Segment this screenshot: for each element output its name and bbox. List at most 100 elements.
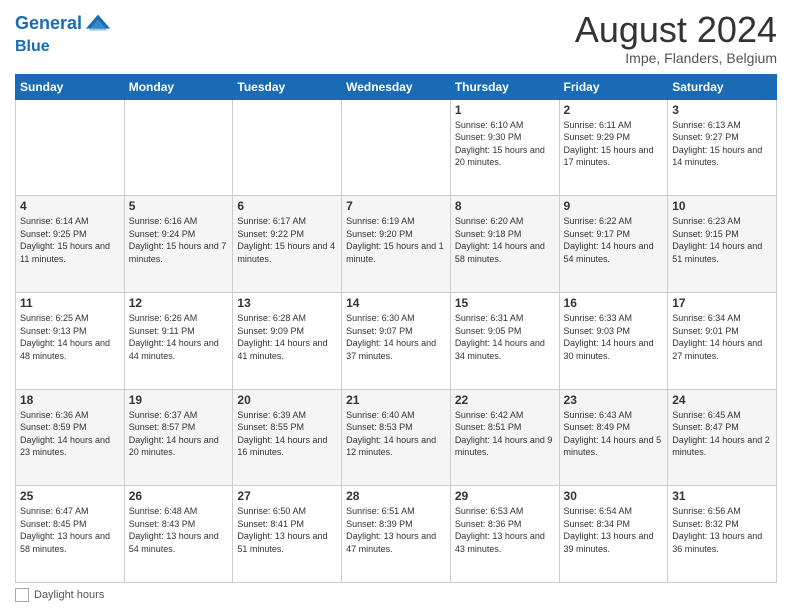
calendar-cell: 25Sunrise: 6:47 AM Sunset: 8:45 PM Dayli… xyxy=(16,486,125,583)
calendar-week-2: 4 Sunrise: 6:14 AM Sunset: 9:25 PM Daylig… xyxy=(16,196,777,293)
day-info: Sunrise: 6:16 AM Sunset: 9:24 PM Dayligh… xyxy=(129,215,229,265)
day-info: Sunrise: 6:36 AM Sunset: 8:59 PM Dayligh… xyxy=(20,409,120,459)
calendar-cell: 28 Sunrise: 6:51 AM Sunset: 8:39 PM Dayli… xyxy=(342,486,451,583)
calendar-cell xyxy=(16,99,125,196)
day-info: Sunrise: 6:45 AM Sunset: 8:47 PM Dayligh… xyxy=(672,409,772,459)
day-info: Sunrise: 6:50 AM Sunset: 8:41 PM Dayligh… xyxy=(237,505,337,555)
day-number: 7 xyxy=(346,199,446,213)
day-info: Sunrise: 6:25 AM Sunset: 9:13 PM Dayligh… xyxy=(20,312,120,362)
calendar-table: SundayMondayTuesdayWednesdayThursdayFrid… xyxy=(15,74,777,583)
logo-icon xyxy=(84,10,112,38)
day-number: 30 xyxy=(564,489,664,503)
calendar-cell: 18 Sunrise: 6:36 AM Sunset: 8:59 PM Dayli… xyxy=(16,389,125,486)
calendar-cell: 4 Sunrise: 6:14 AM Sunset: 9:25 PM Daylig… xyxy=(16,196,125,293)
day-number: 4 xyxy=(20,199,120,213)
day-number: 27 xyxy=(237,489,337,503)
day-info: Sunrise: 6:28 AM Sunset: 9:09 PM Dayligh… xyxy=(237,312,337,362)
logo: General Blue xyxy=(15,10,112,56)
day-info: Sunrise: 6:23 AM Sunset: 9:15 PM Dayligh… xyxy=(672,215,772,265)
header: General Blue August 2024 Impe, Flanders,… xyxy=(15,10,777,66)
footer-label: Daylight hours xyxy=(34,589,104,601)
day-number: 28 xyxy=(346,489,446,503)
day-info: Sunrise: 6:26 AM Sunset: 9:11 PM Dayligh… xyxy=(129,312,229,362)
day-info: Sunrise: 6:13 AM Sunset: 9:27 PM Dayligh… xyxy=(672,119,772,169)
day-number: 31 xyxy=(672,489,772,503)
calendar-cell: 23Sunrise: 6:43 AM Sunset: 8:49 PM Dayli… xyxy=(559,389,668,486)
day-number: 21 xyxy=(346,393,446,407)
calendar-cell: 1 Sunrise: 6:10 AM Sunset: 9:30 PM Daylig… xyxy=(450,99,559,196)
day-number: 26 xyxy=(129,489,229,503)
day-number: 22 xyxy=(455,393,555,407)
calendar-cell: 6 Sunrise: 6:17 AM Sunset: 9:22 PM Daylig… xyxy=(233,196,342,293)
calendar-cell: 8 Sunrise: 6:20 AM Sunset: 9:18 PM Daylig… xyxy=(450,196,559,293)
day-number: 18 xyxy=(20,393,120,407)
day-info: Sunrise: 6:33 AM Sunset: 9:03 PM Dayligh… xyxy=(564,312,664,362)
day-info: Sunrise: 6:11 AM Sunset: 9:29 PM Dayligh… xyxy=(564,119,664,169)
calendar-cell: 11 Sunrise: 6:25 AM Sunset: 9:13 PM Dayli… xyxy=(16,292,125,389)
day-info: Sunrise: 6:22 AM Sunset: 9:17 PM Dayligh… xyxy=(564,215,664,265)
day-info: Sunrise: 6:40 AM Sunset: 8:53 PM Dayligh… xyxy=(346,409,446,459)
day-number: 5 xyxy=(129,199,229,213)
day-info: Sunrise: 6:54 AM Sunset: 8:34 PM Dayligh… xyxy=(564,505,664,555)
day-info: Sunrise: 6:31 AM Sunset: 9:05 PM Dayligh… xyxy=(455,312,555,362)
logo-text: General xyxy=(15,14,82,34)
day-info: Sunrise: 6:48 AM Sunset: 8:43 PM Dayligh… xyxy=(129,505,229,555)
day-number: 16 xyxy=(564,296,664,310)
day-number: 6 xyxy=(237,199,337,213)
calendar-weekday-thursday: Thursday xyxy=(450,74,559,99)
calendar-cell: 21 Sunrise: 6:40 AM Sunset: 8:53 PM Dayli… xyxy=(342,389,451,486)
day-number: 24 xyxy=(672,393,772,407)
calendar-cell: 16 Sunrise: 6:33 AM Sunset: 9:03 PM Dayli… xyxy=(559,292,668,389)
calendar-header-row: SundayMondayTuesdayWednesdayThursdayFrid… xyxy=(16,74,777,99)
title-block: August 2024 Impe, Flanders, Belgium xyxy=(575,10,777,66)
logo-line2: Blue xyxy=(15,38,112,56)
day-info: Sunrise: 6:34 AM Sunset: 9:01 PM Dayligh… xyxy=(672,312,772,362)
day-number: 1 xyxy=(455,103,555,117)
calendar-weekday-sunday: Sunday xyxy=(16,74,125,99)
footer: Daylight hours xyxy=(15,588,777,602)
day-info: Sunrise: 6:51 AM Sunset: 8:39 PM Dayligh… xyxy=(346,505,446,555)
day-number: 10 xyxy=(672,199,772,213)
calendar-cell: 13Sunrise: 6:28 AM Sunset: 9:09 PM Dayli… xyxy=(233,292,342,389)
day-info: Sunrise: 6:56 AM Sunset: 8:32 PM Dayligh… xyxy=(672,505,772,555)
day-info: Sunrise: 6:10 AM Sunset: 9:30 PM Dayligh… xyxy=(455,119,555,169)
day-info: Sunrise: 6:14 AM Sunset: 9:25 PM Dayligh… xyxy=(20,215,120,265)
day-number: 3 xyxy=(672,103,772,117)
calendar-cell: 9Sunrise: 6:22 AM Sunset: 9:17 PM Daylig… xyxy=(559,196,668,293)
calendar-cell: 29Sunrise: 6:53 AM Sunset: 8:36 PM Dayli… xyxy=(450,486,559,583)
day-number: 20 xyxy=(237,393,337,407)
calendar-week-1: 1 Sunrise: 6:10 AM Sunset: 9:30 PM Daylig… xyxy=(16,99,777,196)
calendar-cell: 31 Sunrise: 6:56 AM Sunset: 8:32 PM Dayli… xyxy=(668,486,777,583)
calendar-cell: 22 Sunrise: 6:42 AM Sunset: 8:51 PM Dayli… xyxy=(450,389,559,486)
calendar-cell: 17Sunrise: 6:34 AM Sunset: 9:01 PM Dayli… xyxy=(668,292,777,389)
daylight-box xyxy=(15,588,29,602)
day-info: Sunrise: 6:19 AM Sunset: 9:20 PM Dayligh… xyxy=(346,215,446,265)
calendar-cell: 5 Sunrise: 6:16 AM Sunset: 9:24 PM Daylig… xyxy=(124,196,233,293)
calendar-cell: 7 Sunrise: 6:19 AM Sunset: 9:20 PM Daylig… xyxy=(342,196,451,293)
day-info: Sunrise: 6:39 AM Sunset: 8:55 PM Dayligh… xyxy=(237,409,337,459)
day-info: Sunrise: 6:42 AM Sunset: 8:51 PM Dayligh… xyxy=(455,409,555,459)
day-info: Sunrise: 6:43 AM Sunset: 8:49 PM Dayligh… xyxy=(564,409,664,459)
day-number: 12 xyxy=(129,296,229,310)
day-info: Sunrise: 6:37 AM Sunset: 8:57 PM Dayligh… xyxy=(129,409,229,459)
day-info: Sunrise: 6:30 AM Sunset: 9:07 PM Dayligh… xyxy=(346,312,446,362)
day-info: Sunrise: 6:53 AM Sunset: 8:36 PM Dayligh… xyxy=(455,505,555,555)
day-number: 2 xyxy=(564,103,664,117)
day-number: 8 xyxy=(455,199,555,213)
calendar-cell: 24 Sunrise: 6:45 AM Sunset: 8:47 PM Dayli… xyxy=(668,389,777,486)
calendar-cell: 20 Sunrise: 6:39 AM Sunset: 8:55 PM Dayli… xyxy=(233,389,342,486)
day-info: Sunrise: 6:20 AM Sunset: 9:18 PM Dayligh… xyxy=(455,215,555,265)
day-number: 25 xyxy=(20,489,120,503)
calendar-cell: 30 Sunrise: 6:54 AM Sunset: 8:34 PM Dayli… xyxy=(559,486,668,583)
calendar-week-5: 25Sunrise: 6:47 AM Sunset: 8:45 PM Dayli… xyxy=(16,486,777,583)
calendar-cell: 10 Sunrise: 6:23 AM Sunset: 9:15 PM Dayli… xyxy=(668,196,777,293)
day-number: 14 xyxy=(346,296,446,310)
page: General Blue August 2024 Impe, Flanders,… xyxy=(0,0,792,612)
day-info: Sunrise: 6:17 AM Sunset: 9:22 PM Dayligh… xyxy=(237,215,337,265)
calendar-cell xyxy=(124,99,233,196)
calendar-cell: 15Sunrise: 6:31 AM Sunset: 9:05 PM Dayli… xyxy=(450,292,559,389)
calendar-cell: 26 Sunrise: 6:48 AM Sunset: 8:43 PM Dayli… xyxy=(124,486,233,583)
day-number: 11 xyxy=(20,296,120,310)
calendar-week-3: 11 Sunrise: 6:25 AM Sunset: 9:13 PM Dayli… xyxy=(16,292,777,389)
calendar-week-4: 18 Sunrise: 6:36 AM Sunset: 8:59 PM Dayli… xyxy=(16,389,777,486)
